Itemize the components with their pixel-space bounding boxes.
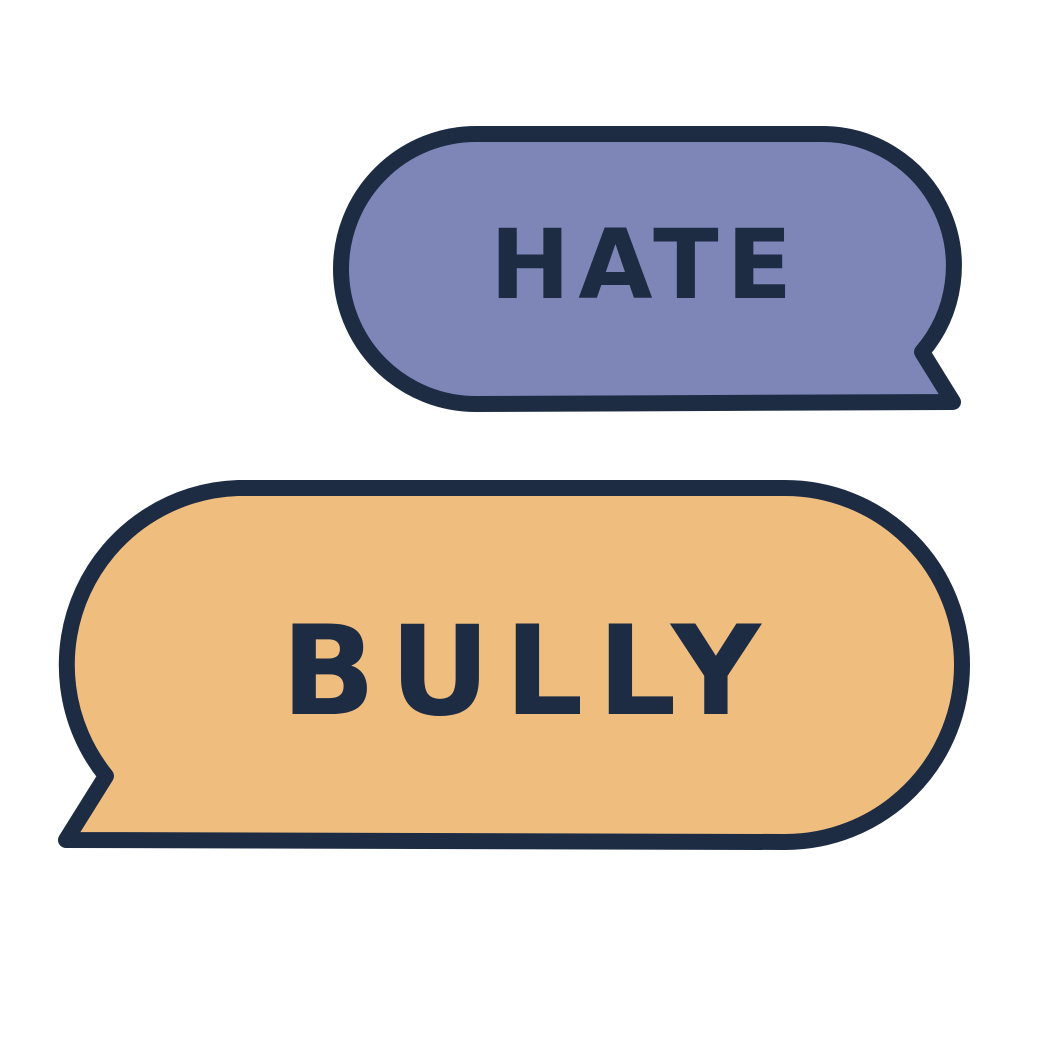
speech-bubbles-illustration: HATE BULLY <box>58 125 970 850</box>
hate-label: HATE <box>490 209 800 321</box>
hate-speech-bubble: HATE <box>333 125 962 412</box>
bully-label: BULLY <box>281 600 775 744</box>
bully-speech-bubble: BULLY <box>58 480 970 850</box>
